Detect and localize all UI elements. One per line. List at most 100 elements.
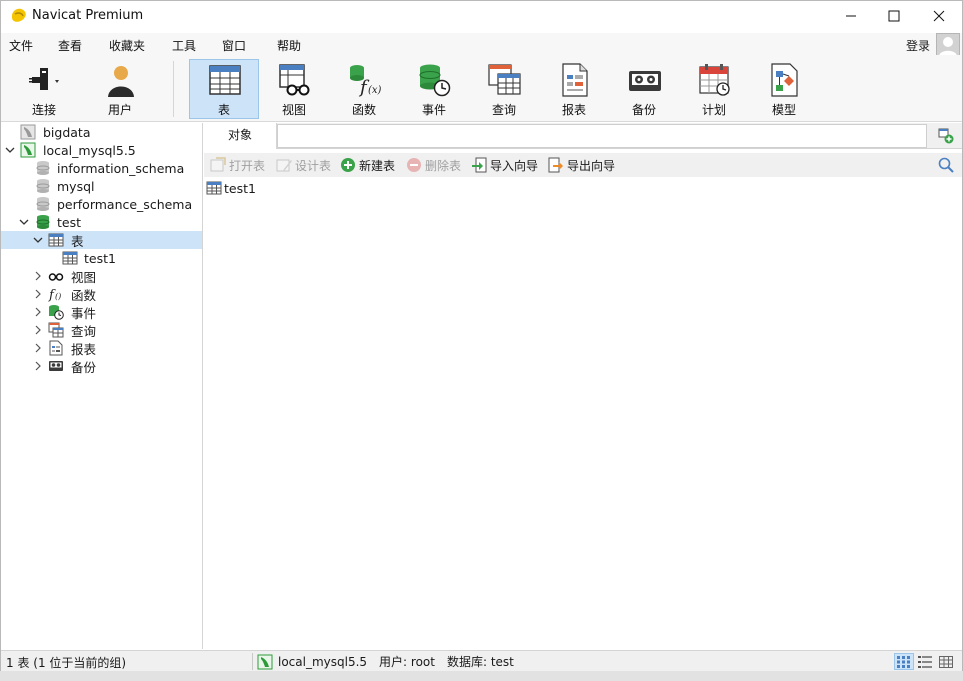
action-label: 导入向导 [490, 158, 539, 173]
tree-item-label: 函数 [71, 287, 97, 303]
search-icon[interactable] [938, 157, 954, 173]
toolbar-model-button[interactable]: 模型 [749, 59, 819, 119]
new-tab-icon[interactable] [938, 128, 954, 144]
tree-item-reports[interactable]: 报表 [1, 339, 202, 357]
menu-file[interactable]: 文件 [9, 37, 33, 54]
minimize-icon [846, 15, 856, 17]
tree-item-test1[interactable]: test1 [1, 249, 202, 267]
chevron-right-icon[interactable] [33, 307, 43, 317]
chevron-right-icon[interactable] [33, 325, 43, 335]
tree-item-label: test1 [84, 250, 116, 266]
view-grid-button[interactable] [894, 653, 914, 670]
toolbar-query-button[interactable]: 查询 [469, 59, 539, 119]
toolbar-view-button[interactable]: 视图 [259, 59, 329, 119]
backup-icon [629, 71, 661, 91]
chevron-down-icon[interactable] [33, 235, 43, 245]
toolbar-backup-button[interactable]: 备份 [609, 59, 679, 119]
report-icon [49, 340, 63, 356]
toolbar-label: 视图 [281, 103, 306, 117]
menu-help[interactable]: 帮助 [277, 37, 301, 54]
menu-favorites[interactable]: 收藏夹 [109, 37, 145, 54]
status-summary: 1 表 (1 位于当前的组) [6, 656, 127, 670]
maximize-button[interactable] [871, 1, 917, 31]
toolbar-label: 用户 [107, 103, 132, 117]
tree-item-tables[interactable]: 表 [1, 231, 202, 249]
tree-item-label: information_schema [57, 160, 185, 176]
tree-item-local-mysql[interactable]: local_mysql5.5 [1, 141, 202, 159]
action-label: 删除表 [425, 158, 462, 173]
status-user: 用户: root [379, 655, 435, 669]
toolbar-user-button[interactable]: 用户 [85, 59, 155, 119]
object-action-bar: 打开表 设计表 新建表 删除表 导入向导 导出向导 [204, 153, 962, 177]
view-list-button[interactable] [915, 653, 935, 670]
status-database: 数据库: test [446, 655, 514, 669]
backup-icon [49, 361, 63, 371]
toolbar-label: 模型 [771, 103, 796, 117]
toolbar-event-button[interactable]: 事件 [399, 59, 469, 119]
tab-objects[interactable]: 对象 [204, 123, 277, 149]
toolbar-function-button[interactable]: f (x) 函数 [329, 59, 399, 119]
delete-table-button[interactable]: 删除表 [406, 156, 461, 174]
export-wizard-button[interactable]: 导出向导 [548, 156, 615, 174]
menu-window[interactable]: 窗口 [222, 37, 246, 54]
chevron-right-icon[interactable] [33, 343, 43, 353]
toolbar-label: 表 [217, 103, 230, 117]
tree-item-information-schema[interactable]: information_schema [1, 159, 202, 177]
tree-item-performance-schema[interactable]: performance_schema [1, 195, 202, 213]
import-wizard-icon [472, 157, 487, 173]
chevron-right-icon[interactable] [33, 289, 43, 299]
toolbar-separator [173, 61, 174, 117]
toolbar-schedule-button[interactable]: 计划 [679, 59, 749, 119]
tree-item-queries[interactable]: 查询 [1, 321, 202, 339]
tree-item-bigdata[interactable]: bigdata [1, 123, 202, 141]
report-icon [562, 63, 588, 97]
login-link[interactable]: 登录 [906, 37, 930, 54]
tree-item-label: performance_schema [57, 196, 193, 212]
view-detail-button[interactable] [936, 653, 956, 670]
table-icon [209, 65, 241, 95]
action-label: 打开表 [229, 158, 266, 173]
tree-item-views[interactable]: 视图 [1, 267, 202, 285]
chevron-down-icon[interactable] [19, 217, 29, 227]
menu-tools[interactable]: 工具 [172, 37, 196, 54]
tree-item-mysql[interactable]: mysql [1, 177, 202, 195]
minimize-button[interactable] [828, 1, 874, 31]
toolbar-report-button[interactable]: 报表 [539, 59, 609, 119]
tree-item-test[interactable]: test [1, 213, 202, 231]
toolbar-connect-button[interactable]: 连接 [9, 59, 79, 119]
object-item-test1[interactable]: test1 [206, 180, 256, 196]
view-glasses-icon [279, 64, 310, 96]
delete-table-icon [407, 158, 421, 172]
database-gray-icon [36, 179, 50, 193]
chevron-right-icon[interactable] [33, 271, 43, 281]
svg-text:(): () [55, 292, 61, 301]
event-clock-icon [49, 305, 64, 320]
tree-item-label: 报表 [71, 341, 97, 357]
import-wizard-button[interactable]: 导入向导 [471, 156, 538, 174]
database-gray-icon [36, 197, 50, 211]
menu-view[interactable]: 查看 [58, 37, 82, 54]
tree-item-backups[interactable]: 备份 [1, 357, 202, 375]
action-label: 设计表 [295, 158, 332, 173]
navigation-tree: bigdata local_mysql5.5 information_schem… [1, 123, 203, 649]
avatar[interactable] [936, 33, 960, 57]
connection-green-icon [20, 142, 36, 158]
tree-item-functions[interactable]: f () 函数 [1, 285, 202, 303]
tree-item-events[interactable]: 事件 [1, 303, 202, 321]
table-icon [206, 181, 222, 195]
export-wizard-icon [548, 157, 563, 173]
action-label: 导出向导 [567, 158, 616, 173]
chevron-right-icon[interactable] [33, 361, 43, 371]
toolbar-table-button[interactable]: 表 [189, 59, 259, 119]
close-button[interactable] [916, 1, 962, 31]
tree-item-label: local_mysql5.5 [43, 142, 136, 158]
new-table-icon [341, 158, 355, 172]
design-table-button[interactable]: 设计表 [276, 156, 331, 174]
list-view-icon [918, 655, 932, 668]
new-table-button[interactable]: 新建表 [340, 156, 395, 174]
model-icon [771, 63, 798, 97]
open-table-button[interactable]: 打开表 [210, 156, 265, 174]
tab-strip: 对象 [204, 123, 962, 149]
chevron-down-icon[interactable] [5, 145, 15, 155]
tree-item-label: mysql [57, 178, 95, 194]
